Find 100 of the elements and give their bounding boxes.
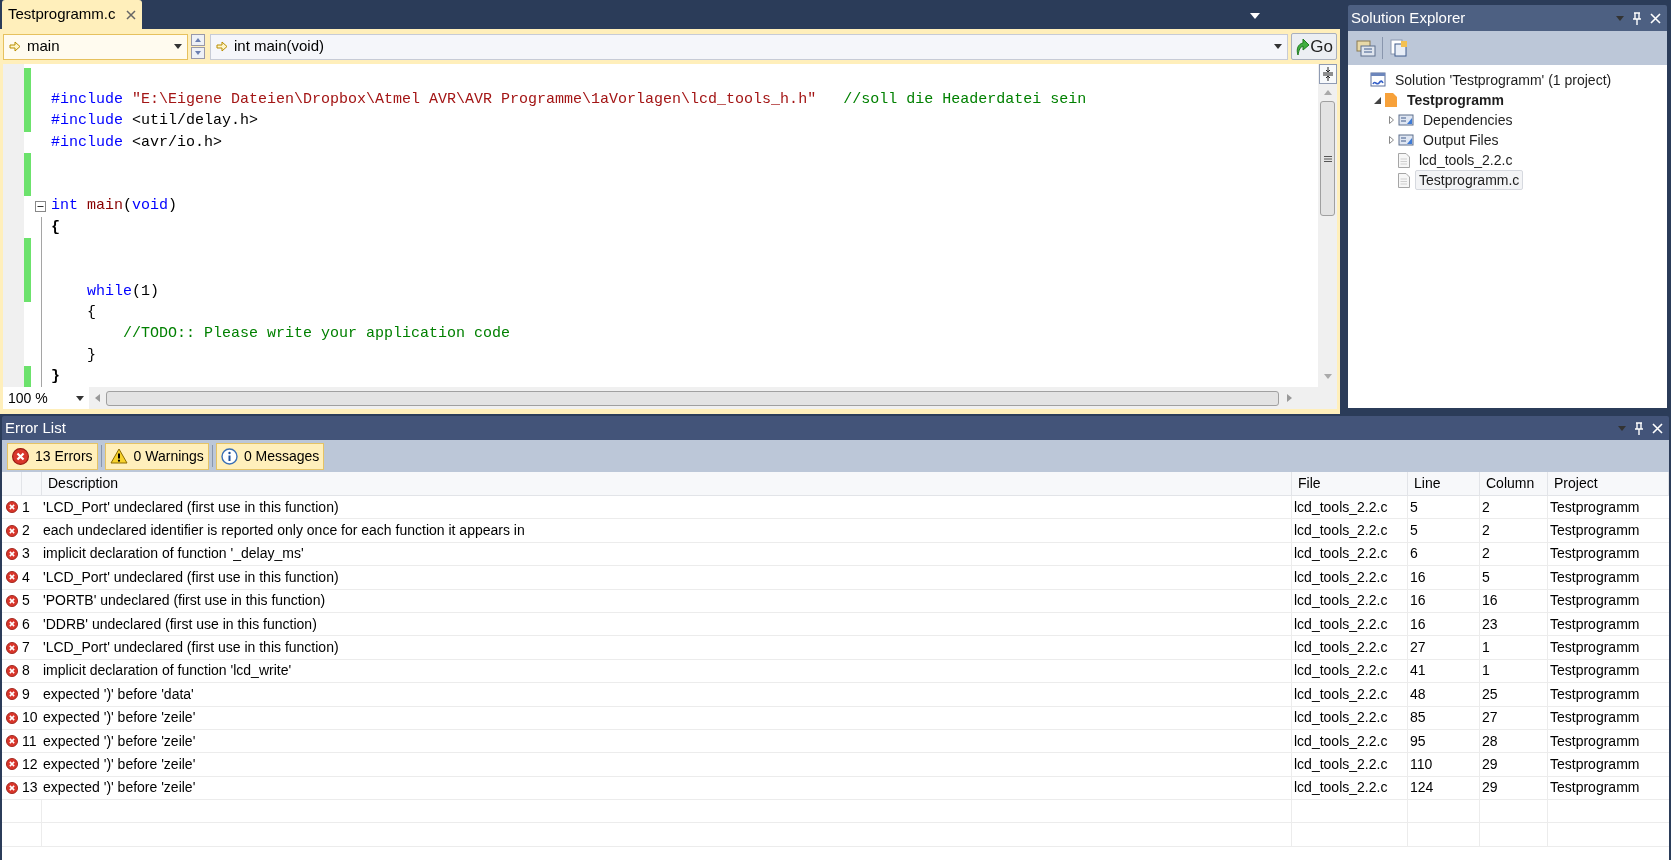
info-icon bbox=[220, 447, 238, 465]
code-line: } bbox=[86, 345, 96, 366]
table-cell-text: implicit declaration of function 'lcd_write' bbox=[43, 661, 292, 681]
column-header[interactable]: Column bbox=[1486, 473, 1535, 494]
table-cell-text: 41 bbox=[1410, 661, 1426, 681]
scroll-right-icon[interactable] bbox=[1287, 394, 1292, 403]
row-number: 9 bbox=[22, 684, 30, 704]
caret-icon bbox=[1274, 44, 1283, 49]
tree-item[interactable]: lcd_tools_2.2.c bbox=[1415, 150, 1517, 170]
code-line: } bbox=[51, 366, 60, 387]
table-cell-text: implicit declaration of function '_delay_ms' bbox=[43, 544, 304, 564]
filter-toggle[interactable]: 0 Warnings bbox=[104, 442, 209, 470]
table-cell-text: 28 bbox=[1482, 731, 1498, 751]
error-icon bbox=[12, 447, 29, 465]
expand-arrow-icon[interactable] bbox=[1388, 136, 1394, 144]
table-cell-text: 29 bbox=[1482, 778, 1498, 798]
table-cell-text: lcd_tools_2.2.c bbox=[1294, 661, 1388, 681]
row-number: 5 bbox=[22, 591, 30, 611]
table-cell-text: lcd_tools_2.2.c bbox=[1294, 708, 1388, 728]
table-cell-text: lcd_tools_2.2.c bbox=[1294, 638, 1388, 658]
filter-toggle[interactable]: 13 Errors bbox=[7, 442, 98, 470]
horizontal-scrollbar-thumb[interactable] bbox=[106, 390, 1279, 406]
table-cell-text: each undeclared identifier is reported only once for each function it appears in bbox=[43, 521, 525, 541]
filter-toggle[interactable]: 0 Messages bbox=[215, 442, 325, 470]
error-icon bbox=[6, 571, 18, 584]
go-button[interactable]: Go bbox=[1291, 33, 1337, 60]
properties-icon[interactable] bbox=[1356, 39, 1376, 57]
row-number: 2 bbox=[22, 521, 30, 541]
show-files-icon[interactable] bbox=[1389, 39, 1409, 57]
table-cell-text: Testprogramm bbox=[1550, 684, 1640, 704]
scope-dropdown[interactable]: main bbox=[3, 33, 188, 60]
table-cell-text: 'DDRB' undeclared (first use in this function) bbox=[43, 614, 317, 634]
panel-title: Error List bbox=[5, 417, 66, 438]
folder-icon bbox=[1398, 113, 1414, 127]
table-cell-text: lcd_tools_2.2.c bbox=[1294, 614, 1388, 634]
collapse-icon[interactable] bbox=[35, 200, 46, 212]
table-cell-text: Testprogramm bbox=[1550, 614, 1640, 634]
pin-icon[interactable] bbox=[1634, 421, 1644, 435]
file-icon bbox=[1398, 172, 1410, 188]
scroll-down-icon[interactable] bbox=[191, 47, 205, 59]
code-line: int main(void) bbox=[51, 196, 178, 217]
table-cell-text: Testprogramm bbox=[1550, 755, 1640, 774]
column-header[interactable]: Project bbox=[1554, 473, 1598, 494]
pin-icon[interactable] bbox=[1632, 11, 1642, 25]
scroll-up-icon[interactable] bbox=[1323, 90, 1332, 95]
member-dropdown[interactable]: int main(void) bbox=[210, 33, 1289, 60]
collapse-arrow-icon[interactable] bbox=[1373, 96, 1381, 104]
tree-item[interactable]: Solution 'Testprogramm' (1 project) bbox=[1391, 70, 1616, 90]
table-cell-text: lcd_tools_2.2.c bbox=[1294, 521, 1388, 541]
column-header[interactable]: Description bbox=[48, 473, 119, 494]
close-icon[interactable] bbox=[125, 9, 136, 20]
error-icon bbox=[6, 618, 18, 631]
error-icon bbox=[6, 547, 18, 560]
tree-item[interactable]: Testprogramm bbox=[1403, 90, 1508, 110]
table-cell-text: lcd_tools_2.2.c bbox=[1294, 731, 1388, 751]
table-cell-text: 16 bbox=[1410, 614, 1426, 634]
table-cell-text: 23 bbox=[1482, 614, 1498, 634]
table-cell-text: 5 bbox=[1410, 521, 1418, 541]
tree-item[interactable]: Output Files bbox=[1419, 130, 1503, 150]
table-cell-text: expected ')' before 'data' bbox=[43, 684, 194, 704]
code-line: while(1) bbox=[86, 281, 160, 302]
code-line: { bbox=[86, 302, 96, 323]
table-cell-text: 16 bbox=[1410, 567, 1426, 587]
table-cell-text: lcd_tools_2.2.c bbox=[1294, 497, 1388, 517]
error-icon bbox=[6, 781, 18, 794]
row-number: 4 bbox=[22, 567, 30, 587]
column-header[interactable]: File bbox=[1298, 473, 1321, 494]
table-cell-text: 27 bbox=[1410, 638, 1426, 658]
table-cell-text: 5 bbox=[1482, 567, 1490, 587]
scroll-up-icon[interactable] bbox=[191, 34, 205, 46]
table-cell-text: Testprogramm bbox=[1550, 567, 1640, 587]
table-cell-text: 2 bbox=[1482, 544, 1490, 564]
column-header[interactable]: Line bbox=[1414, 473, 1441, 494]
table-cell-text: 16 bbox=[1410, 591, 1426, 611]
table-cell-text: 110 bbox=[1410, 755, 1433, 774]
document-tab[interactable]: Testprogramm.c bbox=[2, 0, 142, 29]
tab-list-caret-icon[interactable] bbox=[1250, 13, 1260, 19]
code-line: //TODO:: Please write your application code bbox=[122, 324, 511, 345]
caret-icon bbox=[76, 395, 84, 401]
table-cell-text: Testprogramm bbox=[1550, 638, 1640, 658]
tree-item[interactable]: Testprogramm.c bbox=[1415, 170, 1524, 190]
folder-icon bbox=[1398, 133, 1414, 147]
scroll-down-icon[interactable] bbox=[1323, 374, 1332, 380]
tree-item[interactable]: Dependencies bbox=[1419, 110, 1517, 130]
table-cell-text: Testprogramm bbox=[1550, 521, 1640, 541]
vertical-scrollbar-thumb[interactable] bbox=[1320, 101, 1335, 216]
table-cell-text: expected ')' before 'zeile' bbox=[43, 755, 196, 774]
scroll-left-icon[interactable] bbox=[95, 394, 100, 403]
table-cell-text: expected ')' before 'zeile' bbox=[43, 708, 196, 728]
row-number: 6 bbox=[22, 614, 30, 634]
split-button[interactable] bbox=[1318, 64, 1337, 84]
table-cell-text: lcd_tools_2.2.c bbox=[1294, 544, 1388, 564]
expand-arrow-icon[interactable] bbox=[1388, 116, 1394, 124]
table-cell-text: 'LCD_Port' undeclared (first use in this function) bbox=[43, 638, 339, 658]
arrow-right-icon bbox=[216, 41, 228, 52]
error-icon bbox=[6, 711, 18, 724]
grip-icon bbox=[1323, 155, 1332, 162]
zoom-dropdown[interactable]: 100 % bbox=[3, 387, 89, 410]
row-number: 1 bbox=[22, 497, 30, 517]
error-icon bbox=[6, 758, 18, 771]
